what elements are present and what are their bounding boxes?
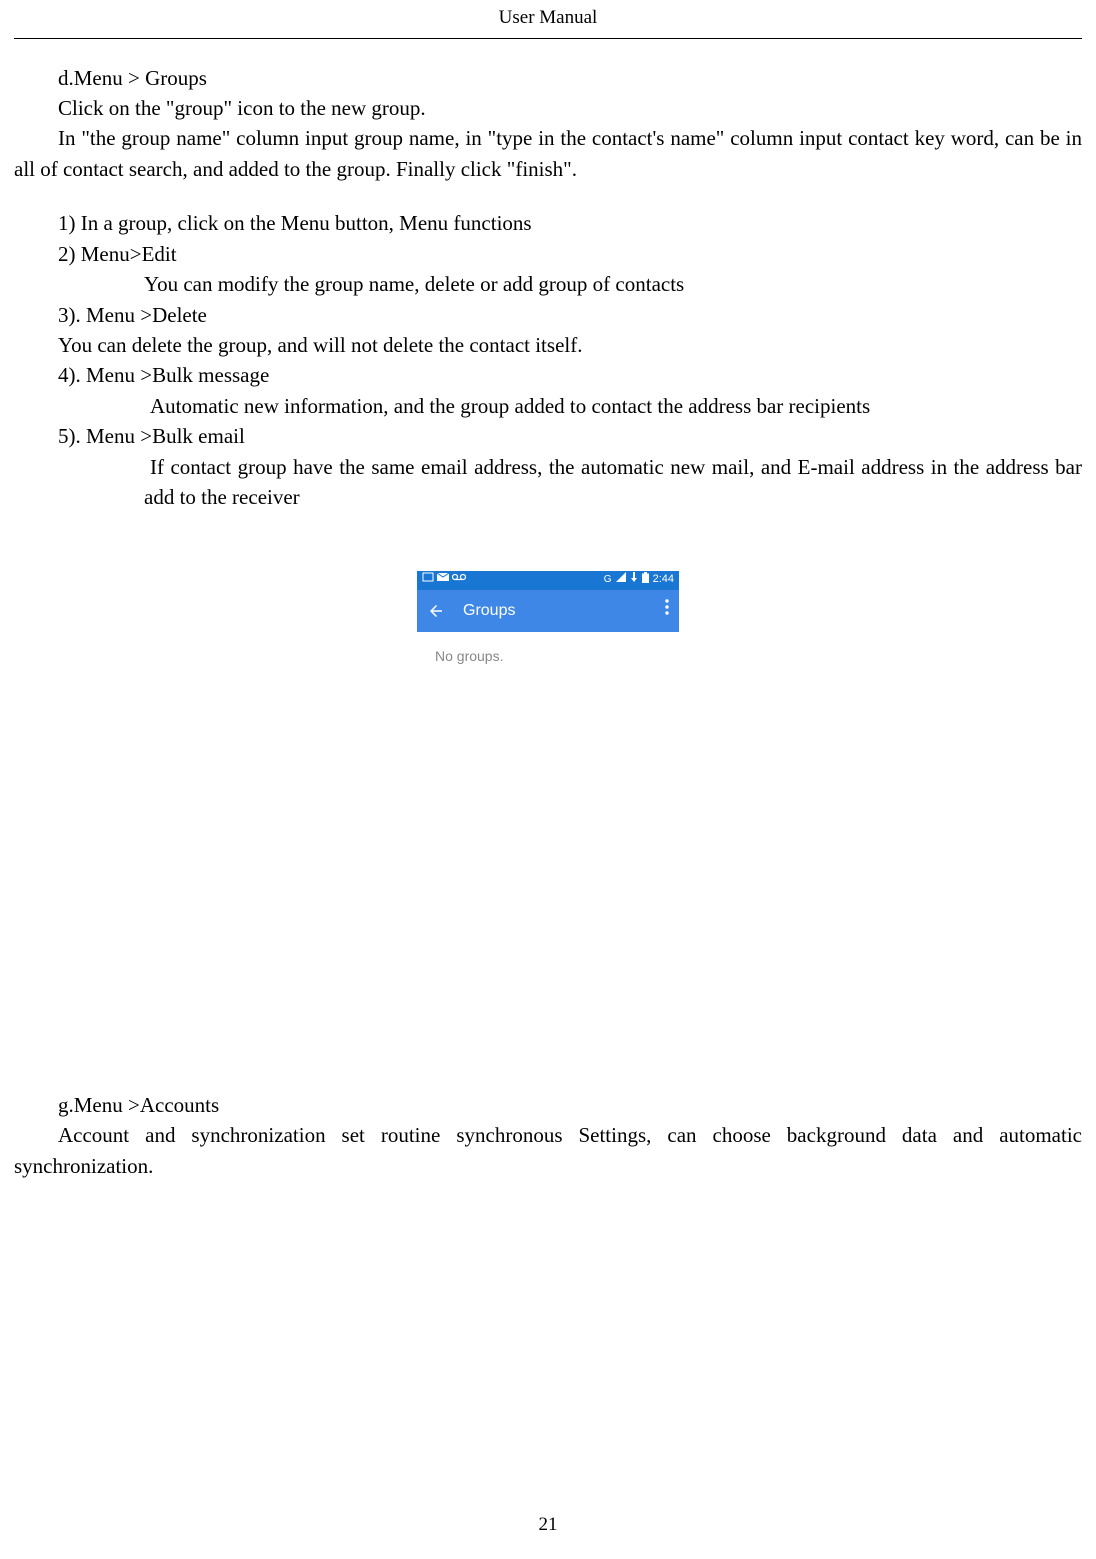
phone-screenshot-container: G 2:44 Groups	[14, 571, 1082, 1030]
back-arrow-icon[interactable]	[427, 602, 445, 620]
battery-icon	[642, 572, 649, 589]
network-label: G	[604, 573, 612, 588]
section-g: g.Menu >Accounts	[14, 1090, 1082, 1120]
status-icons	[422, 572, 466, 588]
list-item-2: 2) Menu>Edit	[14, 239, 1082, 269]
header-title: User Manual	[499, 7, 598, 28]
list-item-3: 3). Menu >Delete	[14, 300, 1082, 330]
list-item-5: 5). Menu >Bulk email	[14, 421, 1082, 451]
status-bar: G 2:44	[417, 571, 679, 590]
section-g-body: Account and synchronization set routine …	[14, 1120, 1082, 1181]
overflow-menu-icon[interactable]	[665, 599, 669, 622]
list-item-4-sub: Automatic new information, and the group…	[14, 391, 1082, 421]
data-icon	[630, 572, 638, 588]
app-bar-title: Groups	[463, 599, 647, 622]
list-item-3-sub: You can delete the group, and will not d…	[14, 330, 1082, 360]
list-block: 1) In a group, click on the Menu button,…	[14, 208, 1082, 512]
list-item-2-sub: You can modify the group name, delete or…	[14, 269, 1082, 299]
list-item-4: 4). Menu >Bulk message	[14, 360, 1082, 390]
list-item-5-sub: If contact group have the same email add…	[14, 452, 1082, 513]
section-d-line1: Click on the "group" icon to the new gro…	[14, 93, 1082, 123]
list-item-1: 1) In a group, click on the Menu button,…	[14, 208, 1082, 238]
mail-icon	[437, 572, 449, 588]
section-d-title: d.Menu > Groups	[14, 63, 1082, 93]
section-d-line2: In "the group name" column input group n…	[14, 123, 1082, 184]
voicemail-icon	[452, 572, 466, 588]
page-number: 21	[0, 1511, 1096, 1539]
page-header: User Manual	[14, 0, 1082, 39]
page-content: d.Menu > Groups Click on the "group" ico…	[14, 39, 1082, 1181]
signal-icon	[616, 572, 626, 588]
screenshot-icon	[422, 572, 434, 588]
phone-screenshot: G 2:44 Groups	[417, 571, 679, 1030]
status-time: 2:44	[653, 572, 674, 588]
empty-state-text: No groups.	[417, 632, 679, 680]
app-bar: Groups	[417, 590, 679, 632]
section-g-title: g.Menu >Accounts	[58, 1090, 1082, 1120]
